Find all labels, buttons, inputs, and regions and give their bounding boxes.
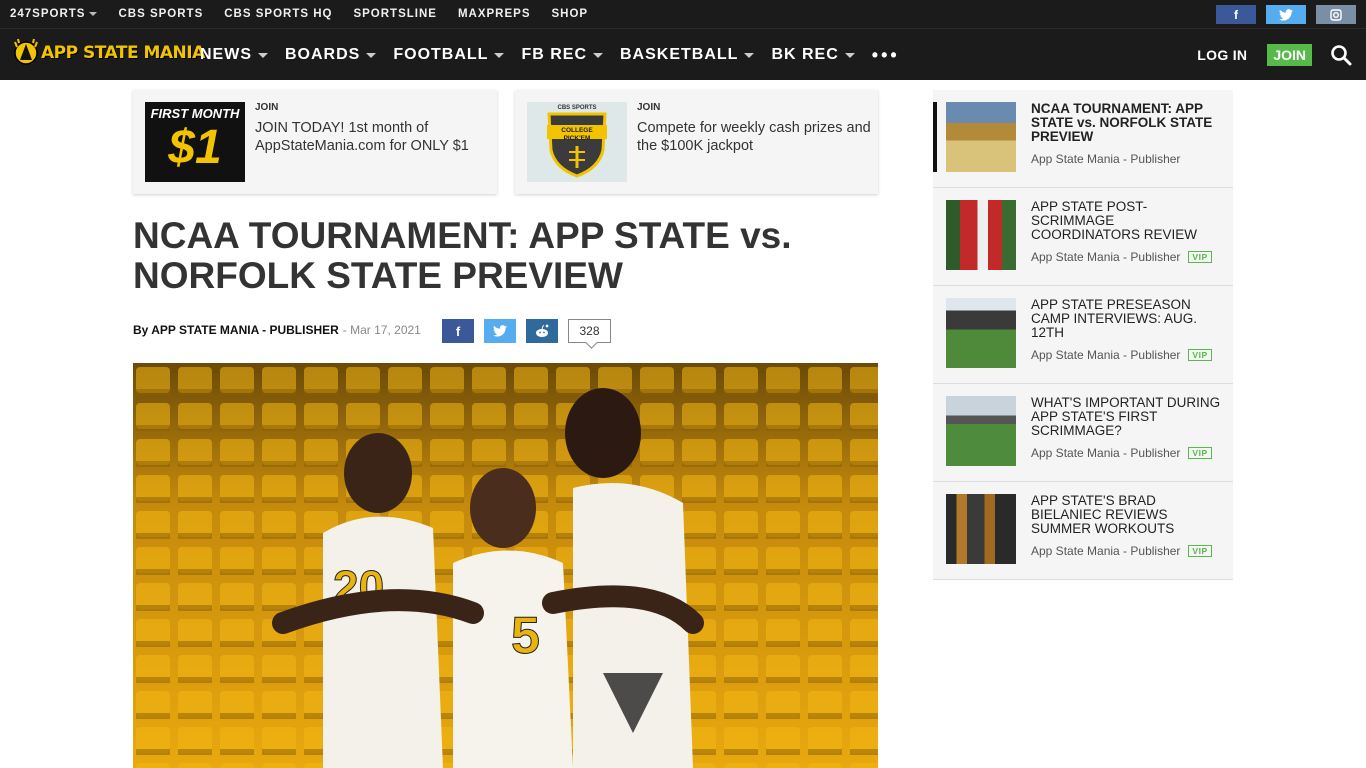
related-article-title: APP STATE'S BRAD BIELANIEC REVIEWS SUMME… <box>1031 493 1175 536</box>
related-article[interactable]: APP STATE PRESEASON CAMP INTERVIEWS: AUG… <box>933 286 1233 384</box>
article-thumbnail <box>946 102 1016 172</box>
article-headline: NCAA TOURNAMENT: APP STATE vs. NORFOLK S… <box>133 215 792 296</box>
chevron-down-icon <box>258 52 268 58</box>
social-links: f <box>1206 5 1356 24</box>
promo-kicker: JOIN <box>637 102 661 113</box>
mountaineer-logo-icon <box>13 38 39 68</box>
share-twitter-button[interactable] <box>484 319 516 343</box>
camera-icon <box>1330 8 1342 21</box>
twitter-icon[interactable] <box>1266 5 1306 24</box>
main-navigation: APP STATE MANIA NEWS BOARDS FOOTBALL FB … <box>0 28 1366 80</box>
account-area: LOG IN JOIN <box>1197 29 1352 81</box>
related-article-title: WHAT'S IMPORTANT DURING APP STATE'S FIRS… <box>1031 395 1221 438</box>
chevron-down-icon <box>844 52 855 58</box>
related-article-meta: App State Mania - Publisher VIP <box>1031 446 1226 460</box>
article-byline: By APP STATE MANIA - PUBLISHER - Mar 17,… <box>133 323 421 337</box>
nav-bk-rec[interactable]: BK REC <box>771 46 855 64</box>
promo-card-join[interactable]: FIRST MONTH $1 JOIN JOIN TODAY! 1st mont… <box>133 90 497 194</box>
link-maxpreps[interactable]: MAXPREPS <box>458 8 531 20</box>
article-thumbnail <box>946 298 1016 368</box>
related-article-text: NCAA TOURNAMENT: APP STATE vs. NORFOLK S… <box>1031 102 1226 187</box>
network-links: 247SPORTS CBS SPORTS CBS SPORTS HQ SPORT… <box>0 8 609 20</box>
link-247sports[interactable]: 247SPORTS <box>10 8 98 20</box>
related-article-title: APP STATE PRESEASON CAMP INTERVIEWS: AUG… <box>1031 297 1198 340</box>
chevron-down-icon <box>593 52 603 58</box>
promo-text: Compete for weekly cash prizes and the $… <box>637 120 871 154</box>
comment-count-button[interactable]: 328 <box>568 319 611 343</box>
related-article[interactable]: WHAT'S IMPORTANT DURING APP STATE'S FIRS… <box>933 384 1233 482</box>
article-thumbnail <box>946 494 1016 564</box>
more-menu-button[interactable]: ••• <box>872 45 900 66</box>
publish-date: - Mar 17, 2021 <box>342 323 421 337</box>
related-article-title: APP STATE POST-SCRIMMAGE COORDINATORS RE… <box>1031 199 1198 242</box>
related-article-meta: App State Mania - Publisher VIP <box>1031 544 1226 558</box>
link-cbs-sports[interactable]: CBS SPORTS <box>118 8 203 20</box>
college-pickem-image: CBS SPORTS COLLEGE PICK'EM <box>527 102 627 182</box>
related-article-meta: App State Mania - Publisher VIP <box>1031 348 1226 362</box>
article-thumbnail <box>946 200 1016 270</box>
related-article[interactable]: APP STATE'S BRAD BIELANIEC REVIEWS SUMME… <box>933 482 1233 580</box>
vip-badge: VIP <box>1188 349 1212 361</box>
promo-card-pickem[interactable]: CBS SPORTS COLLEGE PICK'EM JOIN Compete … <box>515 90 878 194</box>
share-facebook-button[interactable]: f <box>442 319 474 343</box>
promo-kicker: JOIN <box>255 102 279 113</box>
svg-text:5: 5 <box>511 607 540 665</box>
related-article-meta: App State Mania - Publisher VIP <box>1031 250 1226 264</box>
related-article-meta: App State Mania - Publisher <box>1031 152 1181 166</box>
chevron-down-icon <box>494 52 505 58</box>
vip-badge: VIP <box>1188 545 1212 557</box>
first-month-promo-image: FIRST MONTH $1 <box>145 102 245 182</box>
section-menu: NEWS BOARDS FOOTBALL FB REC BASKETBALL B… <box>200 29 900 81</box>
related-articles-sidebar: NCAA TOURNAMENT: APP STATE vs. NORFOLK S… <box>933 90 1233 580</box>
facebook-icon[interactable]: f <box>1216 5 1256 24</box>
comment-count: 328 <box>579 324 600 338</box>
related-article-title: NCAA TOURNAMENT: APP STATE vs. NORFOLK S… <box>1031 101 1213 144</box>
related-article-text: WHAT'S IMPORTANT DURING APP STATE'S FIRS… <box>1031 396 1226 481</box>
link-sportsline[interactable]: SPORTSLINE <box>353 8 436 20</box>
vip-badge: VIP <box>1188 251 1212 263</box>
nav-news[interactable]: NEWS <box>200 46 268 64</box>
login-link[interactable]: LOG IN <box>1197 47 1247 63</box>
article-hero-image: 20 5 <box>133 363 878 768</box>
nav-fb-rec[interactable]: FB REC <box>521 46 603 64</box>
related-article-text: APP STATE'S BRAD BIELANIEC REVIEWS SUMME… <box>1031 494 1226 579</box>
promo-text: JOIN TODAY! 1st month of AppStateMania.c… <box>255 120 469 154</box>
related-article[interactable]: APP STATE POST-SCRIMMAGE COORDINATORS RE… <box>933 188 1233 286</box>
nav-boards[interactable]: BOARDS <box>285 46 377 64</box>
related-article[interactable]: NCAA TOURNAMENT: APP STATE vs. NORFOLK S… <box>933 90 1233 188</box>
chevron-down-icon <box>89 12 98 16</box>
logo-wordmark: APP STATE MANIA <box>41 43 205 63</box>
site-logo[interactable]: APP STATE MANIA <box>13 38 205 68</box>
vip-badge: VIP <box>1188 447 1212 459</box>
share-reddit-button[interactable] <box>526 319 558 343</box>
chevron-down-icon <box>744 52 755 58</box>
twitter-icon <box>493 325 507 337</box>
search-icon[interactable] <box>1330 44 1352 66</box>
reddit-icon <box>536 324 549 337</box>
link-cbs-sports-hq[interactable]: CBS SPORTS HQ <box>224 8 332 20</box>
chevron-down-icon <box>366 52 377 58</box>
nav-football[interactable]: FOOTBALL <box>393 46 505 64</box>
promo-body: JOIN Compete for weekly cash prizes and … <box>637 90 878 194</box>
link-shop[interactable]: SHOP <box>552 8 589 20</box>
top-utility-bar: 247SPORTS CBS SPORTS CBS SPORTS HQ SPORT… <box>0 0 1366 28</box>
article-thumbnail <box>946 396 1016 466</box>
nav-basketball[interactable]: BASKETBALL <box>620 46 755 64</box>
related-article-text: APP STATE PRESEASON CAMP INTERVIEWS: AUG… <box>1031 298 1226 383</box>
author-name[interactable]: By APP STATE MANIA - PUBLISHER <box>133 323 339 337</box>
join-button[interactable]: JOIN <box>1267 44 1312 66</box>
instagram-icon[interactable] <box>1316 5 1356 24</box>
twitter-bird-icon <box>1279 8 1293 21</box>
facebook-icon: f <box>455 323 461 339</box>
promo-body: JOIN JOIN TODAY! 1st month of AppStateMa… <box>255 90 497 194</box>
related-article-text: APP STATE POST-SCRIMMAGE COORDINATORS RE… <box>1031 200 1226 285</box>
